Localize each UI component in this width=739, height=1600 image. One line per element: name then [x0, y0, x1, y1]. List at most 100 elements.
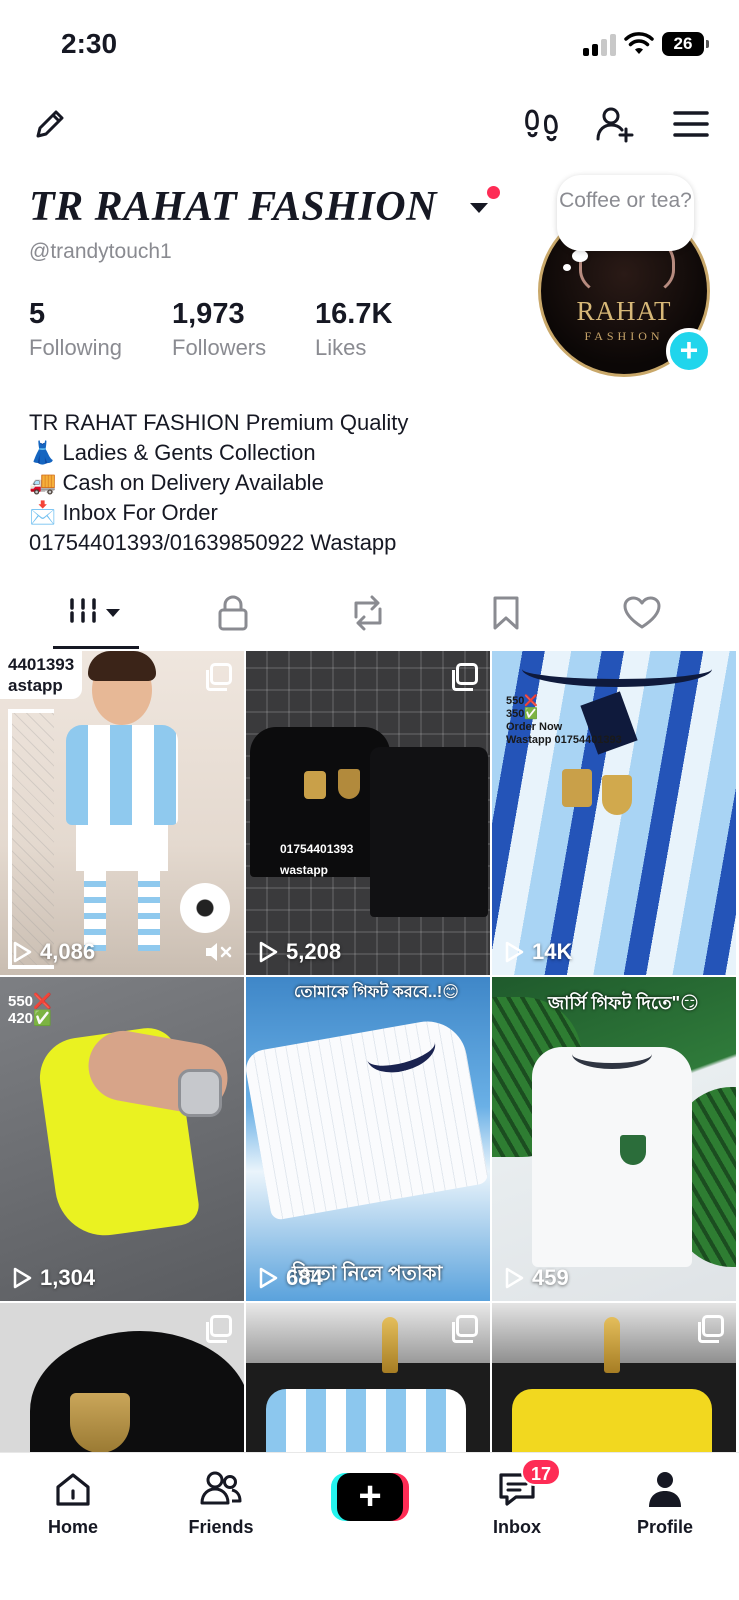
- view-count-value: 1,304: [40, 1265, 96, 1290]
- trophy-graphic: [604, 1317, 620, 1373]
- thumbnail-overlay-text: 01754401393 wastapp: [280, 842, 354, 877]
- stat-followers[interactable]: 1,973 Followers: [172, 298, 266, 361]
- view-count-value: 5,208: [286, 939, 342, 964]
- tab-liked[interactable]: [592, 578, 692, 648]
- view-count-value: 4,086: [40, 939, 96, 964]
- view-count: 5,208: [258, 939, 341, 965]
- repost-icon: [354, 595, 382, 631]
- wifi-icon: [624, 32, 654, 54]
- lock-icon: [218, 595, 248, 631]
- stat-following-label: Following: [29, 335, 122, 360]
- yellow-jersey-graphic: [512, 1389, 712, 1453]
- crest-graphic: [562, 769, 592, 807]
- bottom-nav: Home Friends + Inbox Profile: [0, 1452, 739, 1600]
- white-jersey-graphic: [532, 1047, 692, 1267]
- afa-crest-graphic: [338, 769, 360, 799]
- account-switch-caret-icon[interactable]: [470, 203, 488, 213]
- add-friend-icon[interactable]: [593, 102, 637, 146]
- tab-favorites[interactable]: [456, 578, 556, 648]
- play-icon: [505, 941, 524, 963]
- view-count: 459: [504, 1265, 569, 1291]
- crest-graphic: [304, 771, 326, 799]
- carousel-icon: [698, 1315, 724, 1343]
- status-bar: 2:30 26: [0, 0, 739, 90]
- status-time: 2:30: [61, 28, 118, 59]
- bio-line: TR RAHAT FASHION Premium Quality: [29, 410, 409, 435]
- cellular-signal-icon: [583, 34, 617, 56]
- bio-line: 👗 Ladies & Gents Collection: [29, 440, 316, 465]
- carousel-icon: [452, 1315, 478, 1343]
- notification-dot: [487, 186, 500, 199]
- afa-crest-graphic: [602, 775, 632, 815]
- video-thumbnail[interactable]: [0, 1303, 244, 1453]
- bio-line: 🚚 Cash on Delivery Available: [29, 470, 324, 495]
- nav-profile-label: Profile: [636, 1517, 693, 1537]
- thumbnail-overlay-text: 4401393 astapp: [0, 651, 83, 699]
- video-thumbnail[interactable]: 550❌ 350✅ Order Now Wastapp 01754401393 …: [492, 651, 736, 975]
- profile-display-name[interactable]: TR RAHAT FASHION: [29, 183, 437, 231]
- play-icon: [505, 1267, 524, 1289]
- grid-videos-icon: [70, 598, 120, 628]
- sock-right-graphic: [138, 871, 160, 951]
- profile-bio: TR RAHAT FASHION Premium Quality 👗 Ladie…: [29, 408, 408, 558]
- tab-videos[interactable]: [46, 578, 146, 648]
- video-thumbnail[interactable]: 01754401393 wastapp 5,208: [246, 651, 490, 975]
- heart-icon: [623, 596, 661, 629]
- view-count: 4,086: [12, 939, 95, 965]
- stat-likes-label: Likes: [315, 335, 367, 360]
- nav-friends[interactable]: Friends: [166, 1467, 276, 1538]
- watch-graphic: [178, 1069, 222, 1117]
- shorts-graphic: [76, 825, 168, 871]
- bio-line[interactable]: 01754401393/01639850922 Wastapp: [29, 528, 408, 558]
- video-thumbnail[interactable]: 4401393 astapp 4,086: [0, 651, 244, 975]
- jersey-graphic: [66, 725, 178, 825]
- collar-graphic: [522, 651, 712, 687]
- nav-friends-label: Friends: [188, 1517, 254, 1537]
- jersey-graphic: [266, 1389, 466, 1453]
- add-story-plus-button[interactable]: +: [666, 328, 712, 374]
- play-icon: [13, 941, 32, 963]
- muted-speaker-icon[interactable]: [204, 941, 234, 963]
- stat-likes-value: 16.7K: [315, 298, 393, 330]
- video-thumbnail[interactable]: জার্সি গিফট দিতে"😏 459: [492, 977, 736, 1301]
- thumbnail-overlay-text: 550❌ 350✅ Order Now Wastapp 01754401393: [506, 695, 622, 746]
- stat-likes[interactable]: 16.7K Likes: [315, 298, 392, 361]
- stat-followers-label: Followers: [172, 335, 267, 360]
- bookmark-icon: [493, 596, 519, 630]
- soccer-goal-graphic: [8, 709, 54, 969]
- video-thumbnail[interactable]: 550❌ 420✅ 1,304: [0, 977, 244, 1301]
- create-post-button[interactable]: +: [331, 1473, 409, 1521]
- nav-home-label: Home: [47, 1517, 98, 1537]
- note-bubble[interactable]: Coffee or tea?: [557, 175, 694, 251]
- video-thumbnail[interactable]: তোমাকে গিফট করবে..!😊 জিতা নিলে পতাকা 684: [246, 977, 490, 1301]
- battery-indicator: 26: [662, 32, 709, 56]
- tab-reposts[interactable]: [318, 578, 418, 648]
- view-count: 1,304: [12, 1265, 95, 1291]
- play-icon: [13, 1267, 32, 1289]
- child-hair-graphic: [88, 651, 156, 681]
- cbf-crest-graphic: [620, 1135, 646, 1165]
- carousel-icon: [206, 663, 232, 691]
- avatar-logo-title: RAHAT: [576, 296, 672, 326]
- menu-hamburger-icon[interactable]: [669, 102, 713, 146]
- bubble-tail-dot-small: [563, 264, 571, 271]
- view-count: 14K: [504, 939, 572, 965]
- profile-tabs: [0, 578, 739, 650]
- carousel-icon: [452, 663, 478, 691]
- stat-following[interactable]: 5 Following: [29, 298, 122, 361]
- thumbnail-overlay-top: তোমাকে গিফট করবে..!😊: [294, 984, 459, 1001]
- active-tab-underline: [53, 646, 139, 649]
- edit-pencil-icon[interactable]: [28, 102, 72, 146]
- tab-private[interactable]: [183, 578, 283, 648]
- nav-home[interactable]: Home: [18, 1467, 128, 1538]
- bio-line: 📩 Inbox For Order: [29, 500, 218, 525]
- afa-crest-graphic: [70, 1393, 130, 1453]
- footprints-icon[interactable]: [520, 102, 564, 146]
- video-thumbnail[interactable]: [246, 1303, 490, 1453]
- video-thumbnail[interactable]: [492, 1303, 736, 1453]
- nav-profile[interactable]: Profile: [610, 1467, 720, 1538]
- trophy-graphic: [382, 1317, 398, 1373]
- view-count-value: 459: [532, 1265, 569, 1290]
- black-shorts-graphic: [370, 747, 488, 917]
- profile-username: @trandytouch1: [29, 240, 172, 263]
